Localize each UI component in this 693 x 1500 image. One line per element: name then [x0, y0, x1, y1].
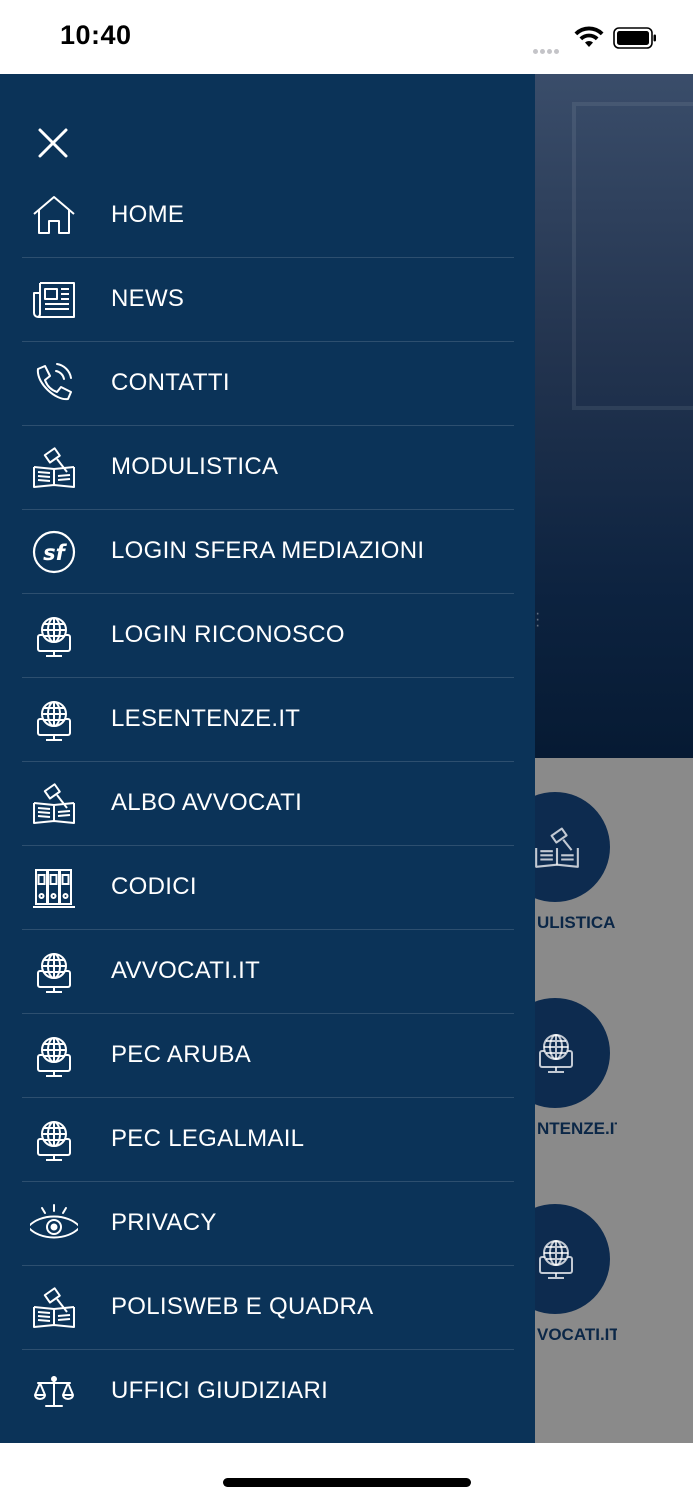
menu-item-avvocati-it[interactable]: AVVOCATI.IT: [22, 930, 514, 1014]
menu-item-albo-avvocati[interactable]: ALBO AVVOCATI: [22, 762, 514, 846]
menu-item-label: HOME: [111, 201, 185, 228]
menu-item-label: LOGIN RICONOSCO: [111, 621, 345, 648]
globe-monitor-icon: [30, 1117, 78, 1163]
menu-item-modulistica[interactable]: MODULISTICA: [22, 426, 514, 510]
cellular-signal-icon: [533, 41, 567, 54]
gavel-book-icon: [30, 445, 78, 491]
menu-item-lesentenze[interactable]: LESENTENZE.IT: [22, 678, 514, 762]
phone-icon: [30, 361, 78, 407]
menu-item-login-sfera[interactable]: sf LOGIN SFERA MEDIAZIONI: [22, 510, 514, 594]
menu-item-label: LESENTENZE.IT: [111, 705, 301, 732]
menu-item-news[interactable]: NEWS: [22, 258, 514, 342]
binders-icon: [30, 865, 78, 911]
menu-item-label: ALBO AVVOCATI: [111, 789, 303, 816]
menu-item-polisweb[interactable]: POLISWEB E QUADRA: [22, 1266, 514, 1350]
menu-item-privacy[interactable]: PRIVACY: [22, 1182, 514, 1266]
menu-item-label: CODICI: [111, 873, 197, 900]
globe-monitor-icon: [30, 613, 78, 659]
menu-item-label: CONTATTI: [111, 369, 230, 396]
menu-item-label: LOGIN SFERA MEDIAZIONI: [111, 537, 425, 564]
menu-item-contatti[interactable]: CONTATTI: [22, 342, 514, 426]
menu-item-label: PEC ARUBA: [111, 1041, 252, 1068]
bg-tile-3-label: VOCATI.IT: [537, 1325, 617, 1344]
menu-item-label: PRIVACY: [111, 1209, 217, 1236]
close-icon: [38, 128, 68, 158]
menu-item-label: PEC LEGALMAIL: [111, 1125, 305, 1152]
home-indicator[interactable]: [223, 1478, 471, 1487]
scales-icon: [30, 1369, 78, 1415]
menu-item-label: POLISWEB E QUADRA: [111, 1293, 374, 1320]
menu-item-login-riconosco[interactable]: LOGIN RICONOSCO: [22, 594, 514, 678]
gavel-book-icon: [30, 1285, 78, 1331]
globe-monitor-icon: [539, 1240, 573, 1279]
sf-logo-icon: sf: [30, 529, 78, 575]
gavel-book-icon: [535, 827, 579, 868]
carousel-dots: · · ·: [535, 605, 541, 634]
bg-tile-1-label: ULISTICA: [537, 913, 616, 932]
drawer-menu: HOME NEWS CONTATTI MODULISTICA sf LOGIN …: [22, 174, 514, 1433]
bg-tile-2-label: NTENZE.IT: [537, 1119, 617, 1138]
close-button[interactable]: [30, 120, 76, 166]
hero-window-frame: [572, 102, 693, 410]
svg-text:sf: sf: [43, 541, 67, 565]
eye-icon: [26, 1201, 82, 1247]
menu-item-label: AVVOCATI.IT: [111, 957, 261, 984]
newspaper-icon: [30, 277, 78, 323]
home-icon: [30, 193, 78, 239]
globe-monitor-icon: [30, 1033, 78, 1079]
menu-item-label: NEWS: [111, 285, 185, 312]
home-indicator-area: [0, 1443, 693, 1500]
globe-monitor-icon: [539, 1034, 573, 1073]
globe-monitor-icon: [30, 697, 78, 743]
menu-item-label: UFFICI GIUDIZIARI: [111, 1377, 329, 1404]
menu-item-pec-aruba[interactable]: PEC ARUBA: [22, 1014, 514, 1098]
menu-item-pec-legalmail[interactable]: PEC LEGALMAIL: [22, 1098, 514, 1182]
battery-icon: [613, 27, 657, 49]
menu-item-label: MODULISTICA: [111, 453, 279, 480]
status-bar: 10:40: [0, 0, 693, 74]
menu-item-home[interactable]: HOME: [22, 174, 514, 258]
menu-item-uffici-giudiziari[interactable]: UFFICI GIUDIZIARI: [22, 1350, 514, 1433]
menu-item-codici[interactable]: CODICI: [22, 846, 514, 930]
wifi-icon: [573, 25, 605, 49]
navigation-drawer: HOME NEWS CONTATTI MODULISTICA sf LOGIN …: [0, 74, 535, 1443]
gavel-book-icon: [30, 781, 78, 827]
globe-monitor-icon: [30, 949, 78, 995]
status-time: 10:40: [60, 20, 132, 50]
